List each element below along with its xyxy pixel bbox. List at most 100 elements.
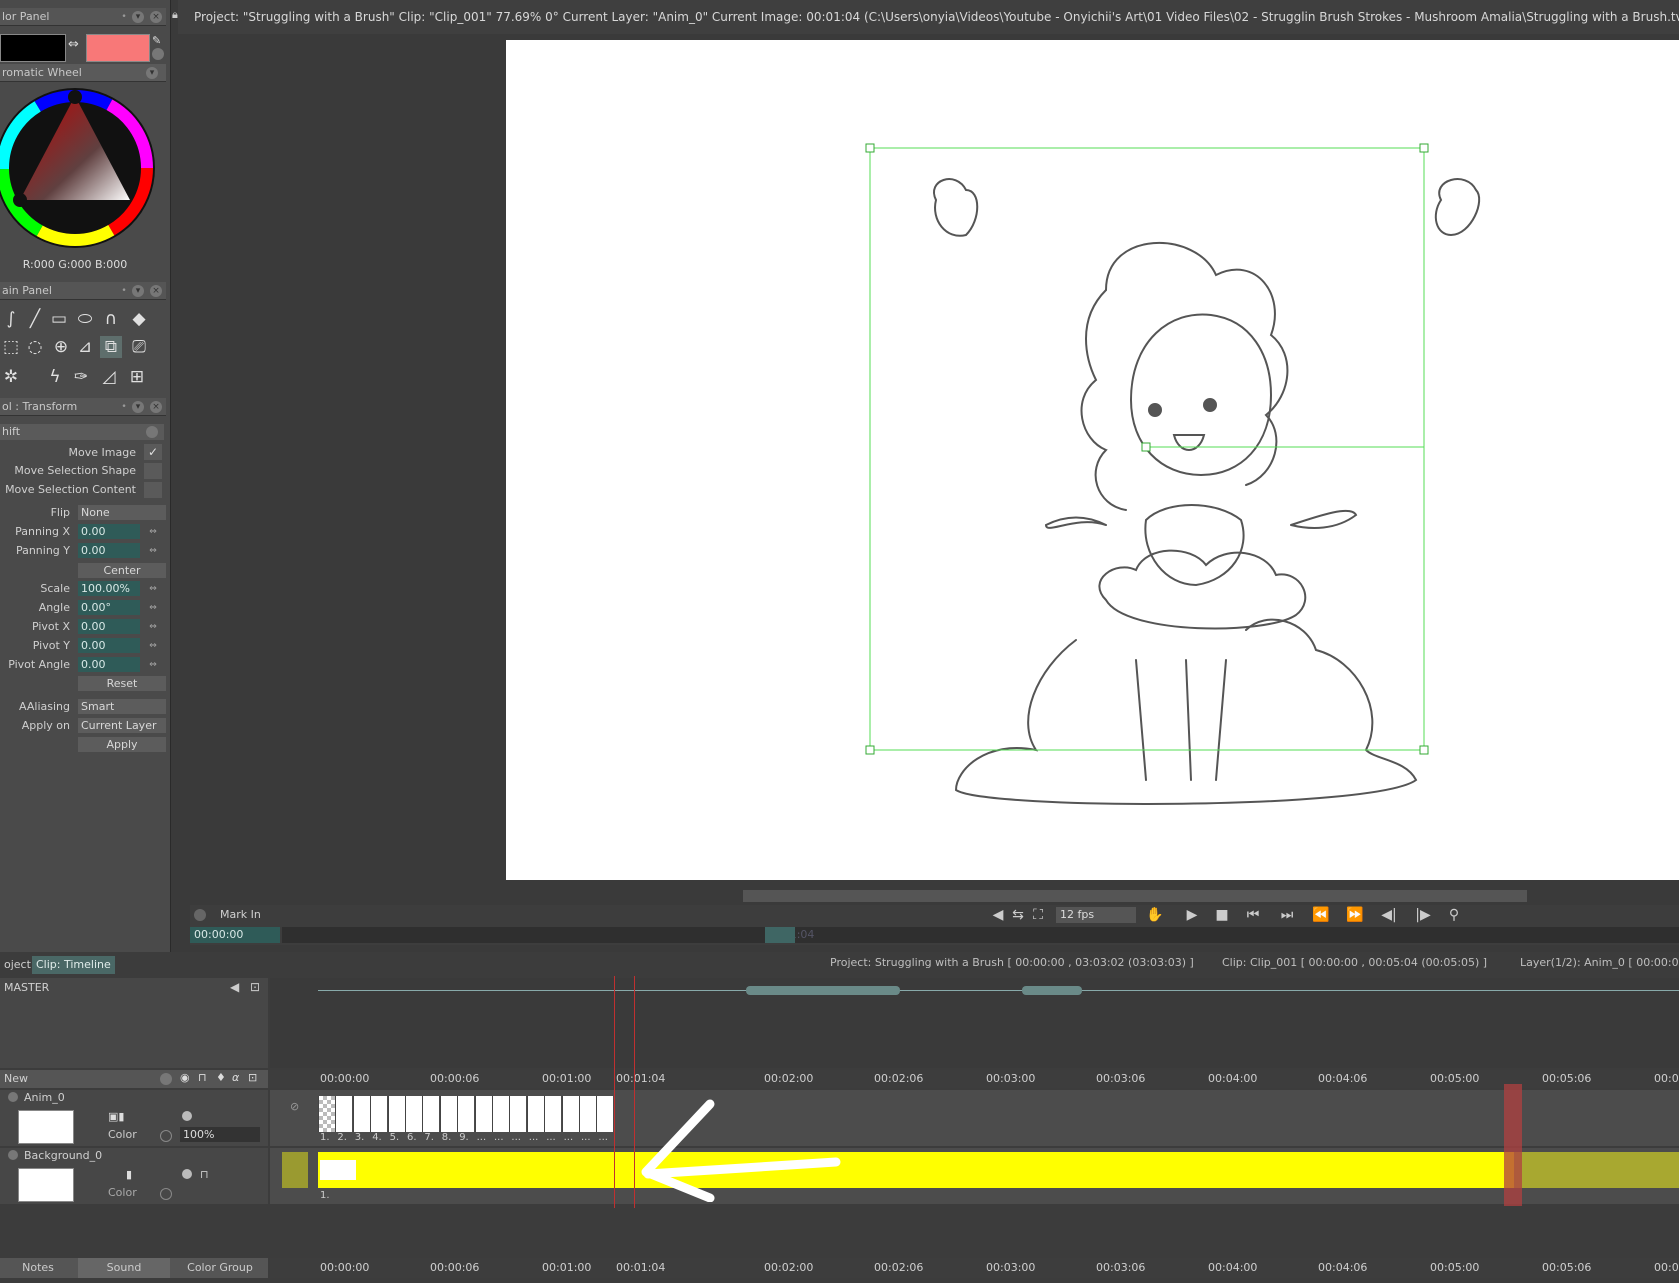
play-icon[interactable]: ▶ (1184, 905, 1200, 925)
settings-icon[interactable]: ⊡ (250, 980, 260, 994)
stepper-icon[interactable]: ⇔ (148, 584, 158, 594)
transform-mode-select[interactable]: hift (0, 424, 164, 440)
move-selection-shape-checkbox[interactable] (144, 463, 162, 479)
chevron-down-icon[interactable] (146, 426, 158, 438)
marker-icon[interactable]: ⚲ (1446, 905, 1462, 925)
fast-forward-icon[interactable]: ⏩ (1344, 905, 1366, 925)
horizontal-scrollbar[interactable] (743, 890, 1527, 902)
light-icon[interactable]: ♦ (216, 1071, 226, 1084)
rect-select-icon[interactable]: ⬚ (0, 336, 22, 358)
aaliasing-select[interactable]: Smart (78, 699, 166, 714)
lock-icon[interactable]: ⊓ (200, 1168, 209, 1181)
mark-in-icon[interactable] (194, 909, 206, 921)
magic-wand-icon[interactable]: ⊕ (50, 336, 72, 358)
crop-tool-icon[interactable]: ⊿ (74, 336, 96, 358)
panning-y-field[interactable]: 0.00 (78, 543, 140, 558)
layer-options-icon[interactable]: ▮ (126, 1168, 132, 1181)
freehand-tool-icon[interactable]: ∫ (0, 308, 22, 330)
chevron-down-icon[interactable]: ▾ (132, 11, 144, 23)
bottom-ruler[interactable]: 00:00:00 00:00:06 00:01:00 00:01:04 00:0… (270, 1258, 1679, 1278)
stepper-icon[interactable]: ⇔ (148, 641, 158, 651)
chromatic-wheel-header[interactable]: romatic Wheel ▾ (0, 64, 166, 82)
select-icon[interactable]: ⊡ (248, 1071, 257, 1084)
anim-frame[interactable] (422, 1096, 440, 1132)
first-frame-icon[interactable]: ⏮ (1242, 905, 1264, 925)
tab-color-group[interactable]: Color Group (172, 1258, 268, 1278)
flip-select[interactable]: None (78, 505, 166, 520)
reset-button[interactable]: Reset (78, 676, 166, 691)
chevron-down-icon[interactable] (160, 1073, 172, 1085)
tab-project[interactable]: oject (0, 956, 35, 974)
primary-color-swatch[interactable] (0, 34, 66, 62)
collapse-icon[interactable] (8, 1092, 18, 1102)
visibility-icon[interactable] (182, 1111, 192, 1121)
chevron-down-icon[interactable]: ▾ (146, 67, 158, 79)
color-options-icon[interactable] (152, 48, 164, 60)
anim-frame[interactable] (370, 1096, 388, 1132)
drawing-canvas[interactable] (506, 40, 1679, 880)
layer-header-anim[interactable]: Anim_0 ▣▮ Color 100% (0, 1090, 268, 1146)
pivot-y-field[interactable]: 0.00 (78, 638, 140, 653)
anim-frame[interactable] (352, 1096, 370, 1132)
panning-x-field[interactable]: 0.00 (78, 524, 140, 539)
stop-icon[interactable]: ■ (1214, 905, 1230, 925)
anim-frame[interactable] (335, 1096, 353, 1132)
time-start-field[interactable]: 00:00:00 (190, 927, 280, 943)
line-tool-icon[interactable]: ╱ (24, 308, 46, 330)
swap-colors-icon[interactable]: ⇔ (68, 38, 82, 52)
clip-end-marker[interactable] (1504, 1084, 1522, 1206)
background-frame[interactable] (320, 1160, 356, 1180)
empty-frame-icon[interactable]: ⊘ (290, 1100, 299, 1113)
fps-select[interactable]: 12 fps (1056, 907, 1136, 923)
new-layer-label[interactable]: New (4, 1072, 28, 1085)
track-start-handle[interactable] (282, 1152, 308, 1188)
anim-frames[interactable] (318, 1096, 618, 1132)
angle-field[interactable]: 0.00° (78, 600, 140, 615)
stepper-icon[interactable]: ⇔ (148, 660, 158, 670)
scale-field[interactable]: 100.00% (78, 581, 140, 596)
loop-icon[interactable]: ⇆ (1010, 905, 1026, 925)
background-layer-track[interactable]: 1. (270, 1148, 1679, 1204)
chevron-down-icon[interactable]: ▾ (132, 401, 144, 413)
transform-tool-icon[interactable]: ⧉ (100, 336, 122, 358)
center-button[interactable]: Center (78, 563, 166, 578)
anim-frame[interactable] (318, 1096, 335, 1132)
anim-frame[interactable] (405, 1096, 422, 1132)
warp-tool-icon[interactable]: ✲ (0, 366, 22, 388)
brush-tool-icon[interactable]: ✑ (70, 366, 92, 388)
opacity-toggle-icon[interactable] (160, 1130, 172, 1142)
move-selection-content-checkbox[interactable] (144, 482, 162, 498)
secondary-color-swatch[interactable] (86, 34, 150, 62)
opacity-toggle-icon[interactable] (160, 1188, 172, 1200)
timeline-ruler[interactable]: 00:00:00 00:00:06 00:01:00 00:01:04 00:0… (268, 1070, 1679, 1088)
close-icon[interactable]: × (150, 401, 162, 413)
playhead-marker[interactable] (765, 927, 795, 943)
lock-icon[interactable]: ⊓ (198, 1071, 207, 1084)
eye-icon[interactable]: ◉ (180, 1071, 190, 1084)
fullscreen-icon[interactable]: ⛶ (1030, 905, 1046, 925)
lock-icon[interactable]: 🔒︎ (172, 8, 182, 21)
layer-header-background[interactable]: Background_0 ▮ ⊓ Color (0, 1148, 268, 1204)
fill-tool-icon[interactable]: ◿ (98, 366, 120, 388)
master-audio-track[interactable] (270, 978, 1679, 1068)
next-frame-icon[interactable]: |▶ (1412, 905, 1434, 925)
anim-frame[interactable] (579, 1096, 596, 1132)
tab-sound[interactable]: Sound (78, 1258, 170, 1278)
blend-mode-label[interactable]: Color (108, 1186, 137, 1199)
last-frame-icon[interactable]: ⏭ (1276, 905, 1298, 925)
lasso-select-icon[interactable]: ◌ (24, 336, 46, 358)
tab-notes[interactable]: Notes (0, 1258, 76, 1278)
curve-tool-icon[interactable]: ∩ (100, 308, 122, 330)
chromatic-wheel[interactable] (0, 84, 166, 254)
blend-mode-label[interactable]: Color (108, 1128, 137, 1141)
move-image-checkbox[interactable]: ✓ (144, 444, 162, 460)
background-hold-extension[interactable] (1514, 1152, 1679, 1188)
alpha-icon[interactable]: α (232, 1071, 239, 1084)
pattern-tool-icon[interactable]: ⊞ (126, 366, 148, 388)
anim-frame[interactable] (474, 1096, 492, 1132)
opacity-field[interactable]: 100% (180, 1127, 260, 1142)
eraser-tool-icon[interactable]: ◆ (128, 308, 150, 330)
anim-frame[interactable] (561, 1096, 579, 1132)
apply-button[interactable]: Apply (78, 737, 166, 752)
color-panel-header[interactable]: lor Panel • ▾ × (0, 8, 166, 26)
